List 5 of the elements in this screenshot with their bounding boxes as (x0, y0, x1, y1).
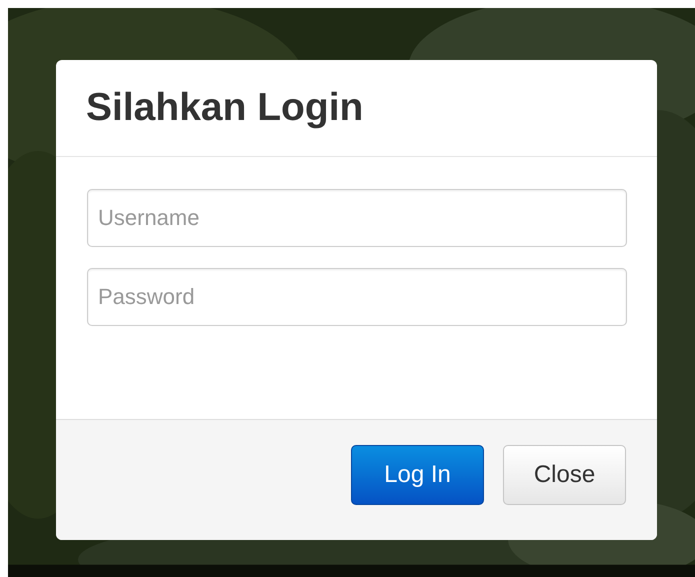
input-field[interactable]: Username (87, 189, 627, 247)
login-button[interactable]: Log In (351, 445, 484, 505)
close-button[interactable]: Close (503, 445, 626, 505)
dialog-title: Silahkan Login (86, 86, 364, 130)
input-field[interactable]: Password (87, 268, 627, 326)
